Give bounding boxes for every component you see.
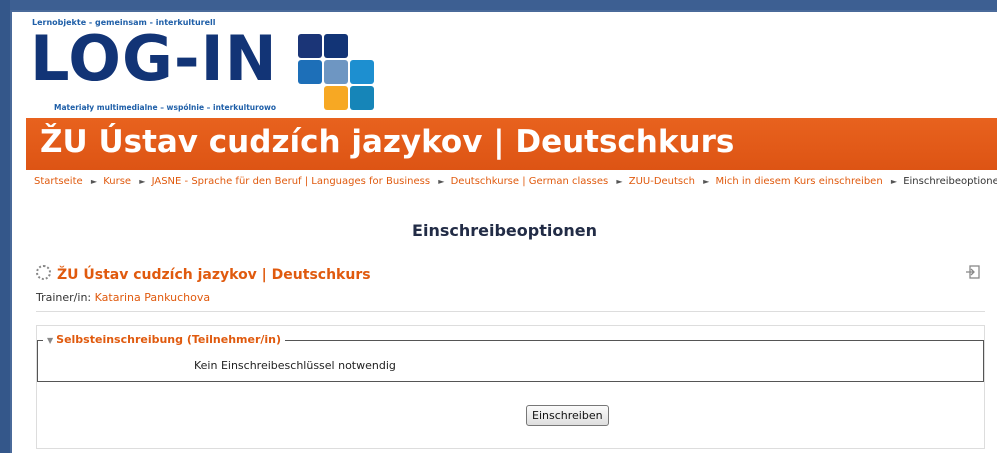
collapse-caret-icon: ▼ [47,336,54,345]
window-frame-left [0,0,10,453]
logo-tile [324,86,348,110]
no-enrolment-key-note: Kein Einschreibeschlüssel notwendig [194,359,396,372]
logo-tile [350,60,374,84]
logo-wordmark: LOG-IN [30,22,278,95]
fieldset-left-edge [37,340,38,382]
window-frame-top [0,0,997,10]
self-enrolment-legend[interactable]: ▼ Selbsteinschreibung (Teilnehmer/in) [43,333,286,346]
page: Lernobjekte - gemeinsam - interkulturell… [12,12,997,453]
breadcrumb-separator-icon: ► [139,177,146,186]
banner-title[interactable]: ŽU Ústav cudzích jazykov | Deutschkurs [40,124,734,160]
self-enrolment-box: ▼ Selbsteinschreibung (Teilnehmer/in) Kei… [36,325,985,449]
logo-tile [324,60,348,84]
page-title: Einschreibeoptionen [412,221,597,240]
enrol-icon [966,265,980,279]
trainer-line: Trainer/in: Katarina Pankuchova [36,291,210,304]
divider [36,311,985,312]
breadcrumb-item[interactable]: Deutschkurse | German classes [451,176,609,187]
breadcrumb-separator-icon: ► [616,177,623,186]
logo-tile [350,86,374,110]
logo-tagline-bottom: Materiały multimedialne – wspólnie – int… [54,103,277,112]
breadcrumb-item[interactable]: ZUU-Deutsch [629,176,695,187]
trainer-name-link[interactable]: Katarina Pankuchova [95,291,210,304]
enrol-button[interactable]: Einschreiben [526,405,609,426]
site-banner: ŽU Ústav cudzích jazykov | Deutschkurs [26,118,997,170]
breadcrumb-item[interactable]: JASNE - Sprache für den Beruf | Language… [152,176,430,187]
log-in-logo[interactable]: Lernobjekte - gemeinsam - interkulturell… [28,12,388,118]
course-title-text: ŽU Ústav cudzích jazykov | Deutschkurs [57,267,371,283]
breadcrumb-separator-icon: ► [90,177,97,186]
breadcrumb: Startseite ► Kurse ► JASNE - Sprache für… [34,176,997,187]
breadcrumb-separator-icon: ► [703,177,710,186]
breadcrumb-separator-icon: ► [438,177,445,186]
logo-tile [298,60,322,84]
self-enrolment-legend-text: Selbsteinschreibung (Teilnehmer/in) [56,333,282,346]
logo-tile [298,34,322,58]
trainer-label: Trainer/in: [36,291,92,304]
breadcrumb-current: Einschreibeoptionen [903,176,997,187]
breadcrumb-item[interactable]: Kurse [103,176,131,187]
breadcrumb-separator-icon: ► [890,177,898,186]
logo-tile [324,34,348,58]
breadcrumb-item[interactable]: Startseite [34,176,83,187]
breadcrumb-item[interactable]: Mich in diesem Kurs einschreiben [716,176,883,187]
course-title[interactable]: ŽU Ústav cudzích jazykov | Deutschkurs [36,265,371,283]
course-icon [36,265,51,280]
self-enrolment-fieldset [37,340,984,382]
